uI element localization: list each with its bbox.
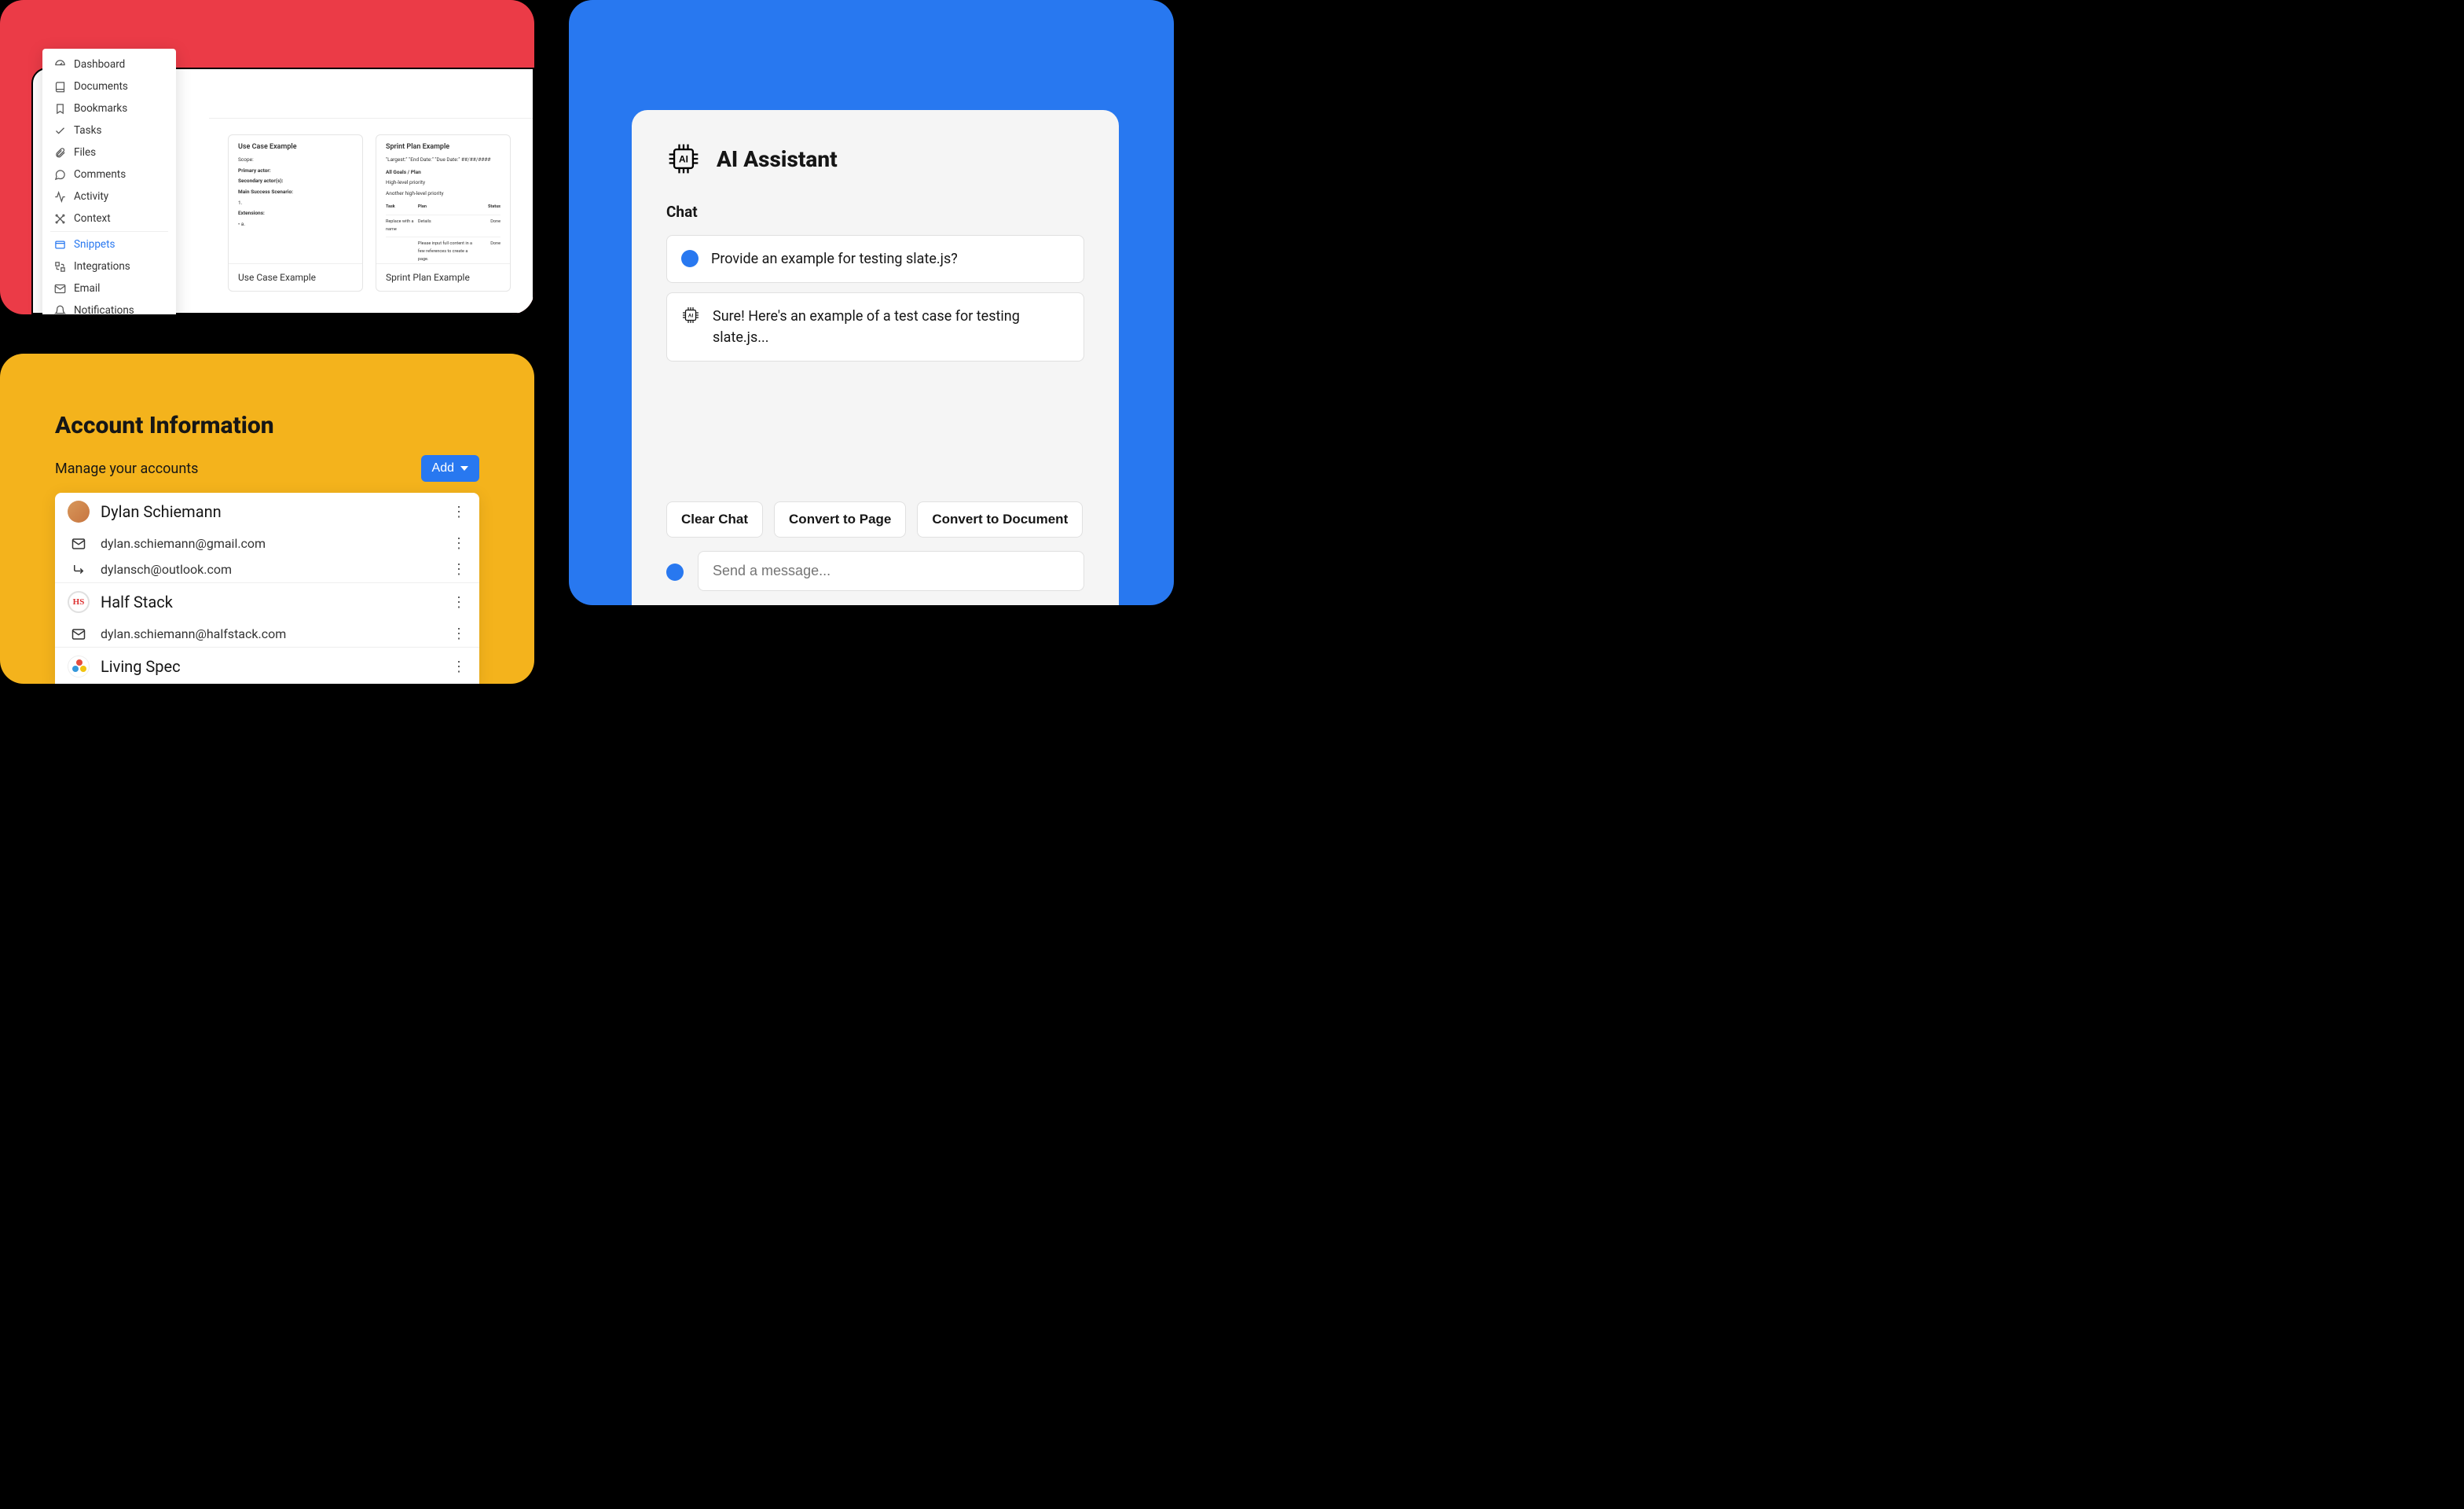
ai-chip-icon [681,306,700,325]
more-icon[interactable]: ⋮ [451,659,467,675]
email-row: dylansch@outlook.com⋮ [55,556,479,582]
convert-to-document-button[interactable]: Convert to Document [917,501,1083,538]
email-row: dylan.schiemann@halfstack.com⋮ [55,621,479,647]
account-subtitle: Manage your accounts [55,461,198,477]
menu-item-snippets[interactable]: Snippets [42,233,176,255]
ai-panel: AI Assistant Chat Provide an example for… [632,110,1119,605]
account-row: Living Spec⋮ [55,647,479,684]
bell-icon [53,304,66,314]
menu-item-context[interactable]: Context [42,207,176,229]
chat-input[interactable] [698,551,1084,591]
check-icon [53,124,66,137]
ai-panel-container: AI Assistant Chat Provide an example for… [569,0,1174,605]
menu-item-label: Documents [74,80,128,93]
add-button[interactable]: Add [421,455,479,482]
more-icon[interactable]: ⋮ [451,626,467,642]
accounts-list: Dylan Schiemann⋮dylan.schiemann@gmail.co… [55,493,479,684]
account-name: Dylan Schiemann [101,502,451,521]
menu-item-paperclip[interactable]: Files [42,141,176,163]
snippet-title: Use Case Example [238,143,353,151]
snippets-panel: Use Case Example Scope: Primary actor: S… [0,0,534,314]
menu-item-bell[interactable]: Notifications [42,299,176,314]
menu-item-bookmark[interactable]: Bookmarks [42,97,176,119]
ai-chip-icon [666,141,701,176]
chat-text: Sure! Here's an example of a test case f… [713,306,1069,348]
mail-icon [71,627,86,641]
bookmark-icon [53,102,66,115]
integrations-icon [53,260,66,273]
menu-item-integrations[interactable]: Integrations [42,255,176,277]
avatar: HS [68,591,90,613]
user-avatar [681,250,698,267]
account-row: Dylan Schiemann⋮ [55,493,479,531]
menu-item-label: Email [74,282,100,295]
email-value: dylan.schiemann@halfstack.com [101,626,451,641]
account-title: Account Information [55,412,479,439]
email-icon [53,282,66,295]
menu-item-label: Comments [74,168,126,181]
sub-icon [71,563,86,577]
mail-icon [71,537,86,551]
caret-down-icon [460,466,468,471]
email-row: dylan.schiemann@gmail.com⋮ [55,531,479,556]
snippet-card[interactable]: Sprint Plan Example "Largest:" "End Date… [376,134,511,292]
snippet-name: Use Case Example [229,263,362,291]
chat-actions: Clear Chat Convert to Page Convert to Do… [666,501,1084,538]
sidebar-menu: Dashboard Documents Bookmarks Tasks Files Com… [42,49,176,314]
more-icon[interactable]: ⋮ [451,535,467,552]
dashboard-icon [53,58,66,71]
snippet-preview: Use Case Example Scope: Primary actor: S… [229,135,362,263]
more-icon[interactable]: ⋮ [451,561,467,578]
paperclip-icon [53,146,66,159]
ai-title: AI Assistant [717,146,838,172]
avatar [68,501,90,523]
menu-item-label: Files [74,146,96,159]
chat-message-user: Provide an example for testing slate.js? [666,235,1084,283]
menu-item-label: Integrations [74,260,130,273]
menu-item-label: Context [74,212,111,225]
chat-message-ai: Sure! Here's an example of a test case f… [666,292,1084,362]
menu-item-comment[interactable]: Comments [42,163,176,185]
account-row: HS Half Stack⋮ [55,582,479,621]
email-value: dylansch@outlook.com [101,562,451,577]
menu-item-label: Activity [74,190,108,203]
menu-item-activity[interactable]: Activity [42,185,176,207]
snippets-content: Use Case Example Scope: Primary actor: S… [209,118,533,313]
account-name: Half Stack [101,593,451,611]
menu-item-email[interactable]: Email [42,277,176,299]
more-icon[interactable]: ⋮ [451,594,467,611]
snippet-title: Sprint Plan Example [386,143,500,151]
chat-input-row [666,551,1084,591]
email-value: dylan.schiemann@gmail.com [101,536,451,551]
documents-icon [53,80,66,93]
user-avatar [666,564,684,581]
account-panel: Account Information Manage your accounts… [0,354,534,684]
more-icon[interactable]: ⋮ [451,504,467,520]
activity-icon [53,190,66,203]
clear-chat-button[interactable]: Clear Chat [666,501,763,538]
account-name: Living Spec [101,657,451,676]
convert-to-page-button[interactable]: Convert to Page [774,501,906,538]
menu-item-label: Snippets [74,238,115,251]
menu-item-label: Dashboard [74,58,125,71]
chat-text: Provide an example for testing slate.js? [711,248,1069,270]
menu-item-label: Bookmarks [74,102,127,115]
snippet-preview: Sprint Plan Example "Largest:" "End Date… [376,135,510,263]
avatar [68,655,90,677]
snippet-name: Sprint Plan Example [376,263,510,291]
menu-item-check[interactable]: Tasks [42,119,176,141]
snippet-card[interactable]: Use Case Example Scope: Primary actor: S… [228,134,363,292]
snippets-icon [53,238,66,251]
context-icon [53,212,66,225]
menu-item-label: Notifications [74,304,134,314]
menu-item-documents[interactable]: Documents [42,75,176,97]
menu-item-label: Tasks [74,124,101,137]
menu-item-dashboard[interactable]: Dashboard [42,53,176,75]
comment-icon [53,168,66,181]
chat-label: Chat [666,203,1084,221]
